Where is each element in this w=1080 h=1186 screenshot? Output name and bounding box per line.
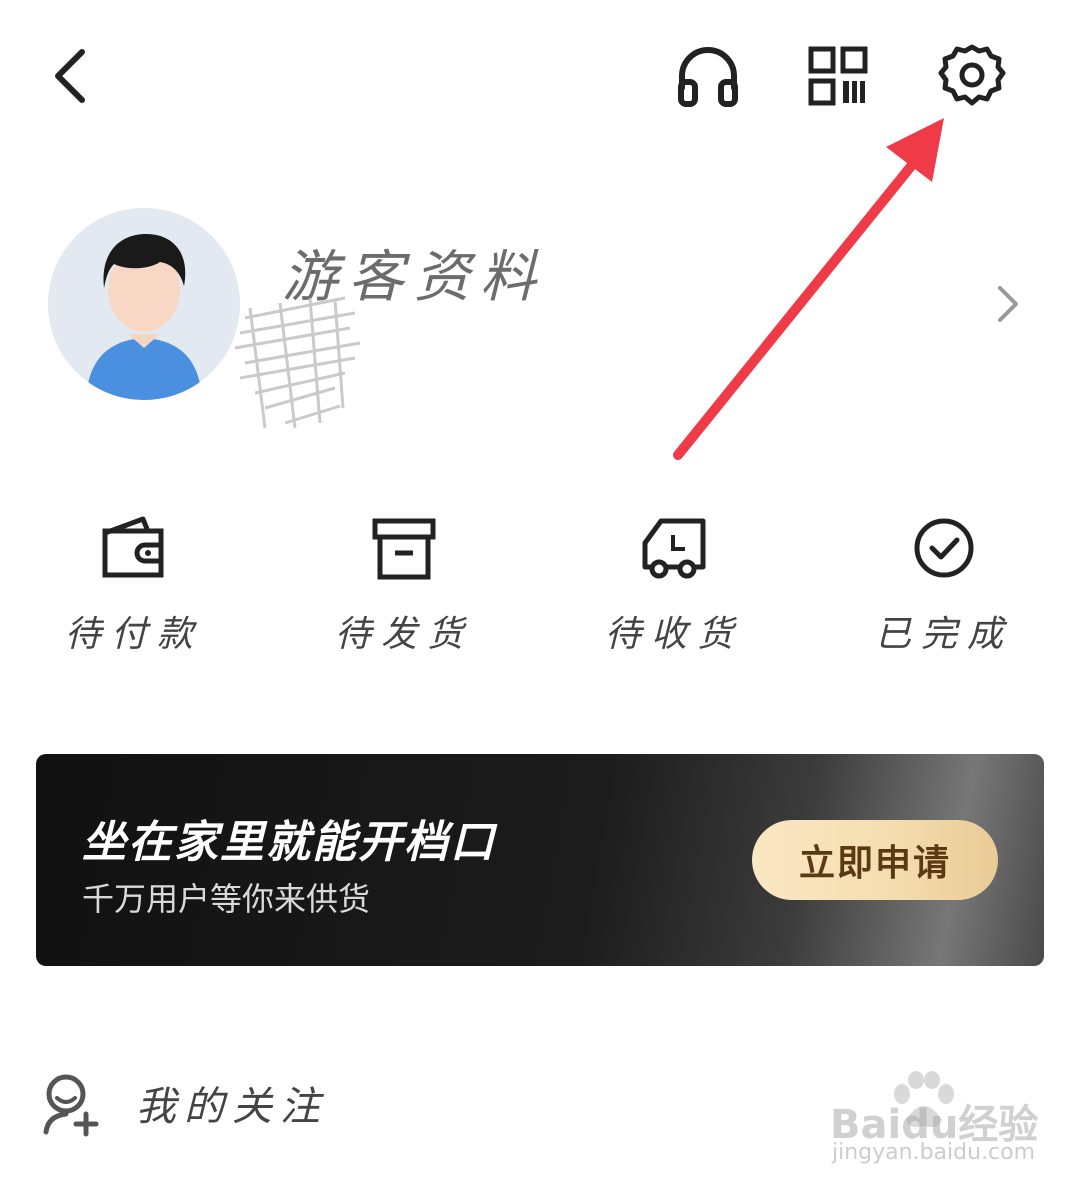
banner-title: 坐在家里就能开档口 xyxy=(82,817,496,868)
order-pending-shipment[interactable]: 待发货 xyxy=(304,505,504,665)
order-label: 待付款 xyxy=(64,614,203,655)
qr-code-button[interactable] xyxy=(802,40,874,112)
wallet-icon xyxy=(102,516,164,578)
back-chevron-icon xyxy=(55,49,85,103)
settings-button[interactable] xyxy=(934,38,1010,114)
gear-icon xyxy=(938,44,1006,106)
truck-icon xyxy=(642,518,706,579)
avatar[interactable] xyxy=(48,208,240,400)
order-label: 待收货 xyxy=(604,614,743,655)
customer-service-button[interactable] xyxy=(670,40,746,112)
box-icon xyxy=(372,518,436,580)
user-add-icon xyxy=(43,1074,99,1137)
default-user-avatar-icon xyxy=(48,208,240,400)
order-pending-payment[interactable]: 待付款 xyxy=(34,505,234,665)
chevron-right-icon[interactable] xyxy=(990,282,1026,326)
order-label: 已完成 xyxy=(874,614,1013,655)
watermark-url: jingyan.baidu.com xyxy=(832,1140,1036,1165)
back-button[interactable] xyxy=(40,40,100,112)
apply-now-button[interactable]: 立即申请 xyxy=(752,820,998,900)
qr-code-icon xyxy=(808,46,868,106)
redaction-scribble xyxy=(234,296,361,429)
headphones-icon xyxy=(678,47,738,107)
check-circle-icon xyxy=(914,518,974,578)
menu-item-label: 我的关注 xyxy=(136,1084,328,1130)
order-completed[interactable]: 已完成 xyxy=(844,505,1044,665)
supplier-banner[interactable]: 坐在家里就能开档口 千万用户等你来供货 立即申请 xyxy=(36,754,1044,966)
order-label: 待发货 xyxy=(334,614,473,655)
order-pending-receipt[interactable]: 待收货 xyxy=(574,505,774,665)
banner-subtitle: 千万用户等你来供货 xyxy=(82,880,371,918)
